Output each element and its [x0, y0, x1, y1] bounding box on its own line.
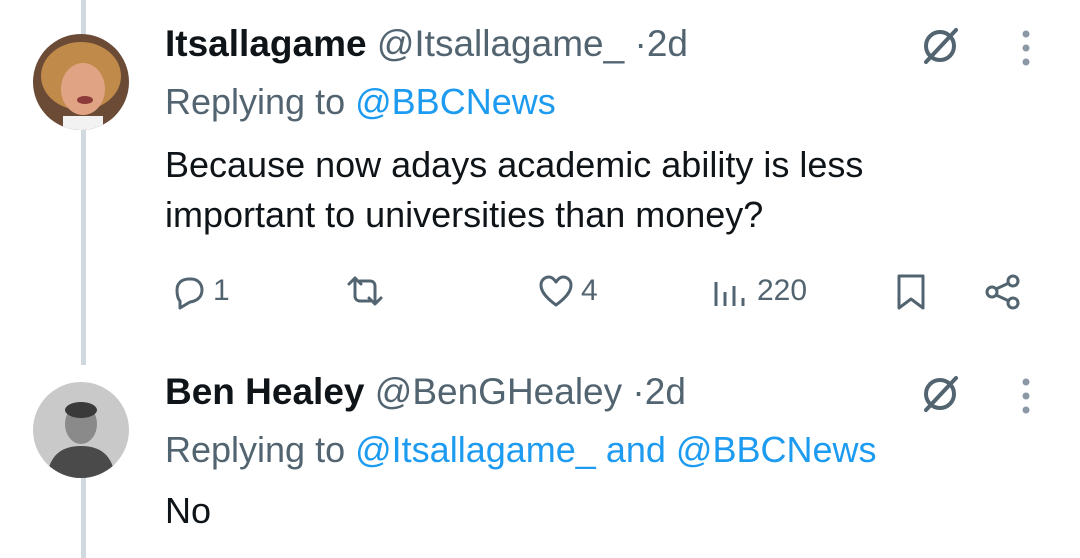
replying-label: Replying to [165, 81, 346, 122]
replying-to: Replying to @Itsallagame_ and @BBCNews [165, 428, 877, 472]
share-icon [985, 274, 1020, 310]
grok-icon[interactable] [918, 24, 962, 68]
like-icon [539, 275, 573, 307]
tweet-text: No [165, 486, 1025, 536]
mention-link[interactable]: @BBCNews [355, 81, 556, 122]
more-icon[interactable] [1020, 376, 1032, 416]
views-button[interactable]: 220 [711, 272, 807, 310]
more-icon[interactable] [1020, 28, 1032, 68]
author-handle[interactable]: @BenGHealey [375, 371, 622, 412]
tweet-header: Itsallagame @Itsallagame_ ·2d [165, 22, 688, 66]
tweet-header: Ben Healey @BenGHealey ·2d [165, 370, 686, 414]
like-count: 4 [581, 274, 598, 307]
timestamp[interactable]: 2d [645, 371, 686, 412]
retweet-button[interactable] [343, 272, 387, 310]
bookmark-icon [897, 274, 925, 310]
share-button[interactable] [983, 272, 1023, 312]
replying-label: Replying to [165, 429, 346, 470]
avatar[interactable] [33, 34, 129, 130]
tweet-text-line: No [165, 490, 212, 531]
like-button[interactable]: 4 [537, 272, 598, 310]
thread-line-bottom [81, 476, 86, 558]
reply-icon [175, 277, 204, 310]
grok-icon[interactable] [918, 372, 962, 416]
mention-link[interactable]: @BBCNews [676, 429, 877, 470]
avatar[interactable] [33, 382, 129, 478]
views-icon [714, 282, 745, 306]
mention-link[interactable]: @Itsallagame_ [355, 429, 596, 470]
separator-dot: · [632, 371, 645, 412]
view-count: 220 [757, 274, 808, 307]
author-name[interactable]: Itsallagame [165, 23, 367, 64]
tweet[interactable]: Itsallagame @Itsallagame_ ·2d Replying t… [165, 20, 1080, 340]
replying-to: Replying to @BBCNews [165, 80, 556, 124]
timestamp[interactable]: 2d [647, 23, 688, 64]
action-bar: 1 4 220 [165, 272, 1065, 322]
reply-button[interactable]: 1 [169, 272, 230, 310]
tweet-text: Because now adays academic ability is le… [165, 140, 1025, 240]
separator-dot: · [634, 23, 647, 64]
reply-count: 1 [213, 274, 230, 307]
author-name[interactable]: Ben Healey [165, 371, 365, 412]
mention-join: and [605, 429, 666, 470]
bookmark-button[interactable] [893, 272, 929, 312]
tweet-text-line: Because now adays academic ability is le… [165, 144, 864, 185]
author-handle[interactable]: @Itsallagame_ [377, 23, 624, 64]
tweet[interactable]: Ben Healey @BenGHealey ·2d Replying to @… [165, 368, 1080, 548]
tweet-text-line: important to universities than money? [165, 194, 764, 235]
retweet-icon [347, 276, 383, 306]
